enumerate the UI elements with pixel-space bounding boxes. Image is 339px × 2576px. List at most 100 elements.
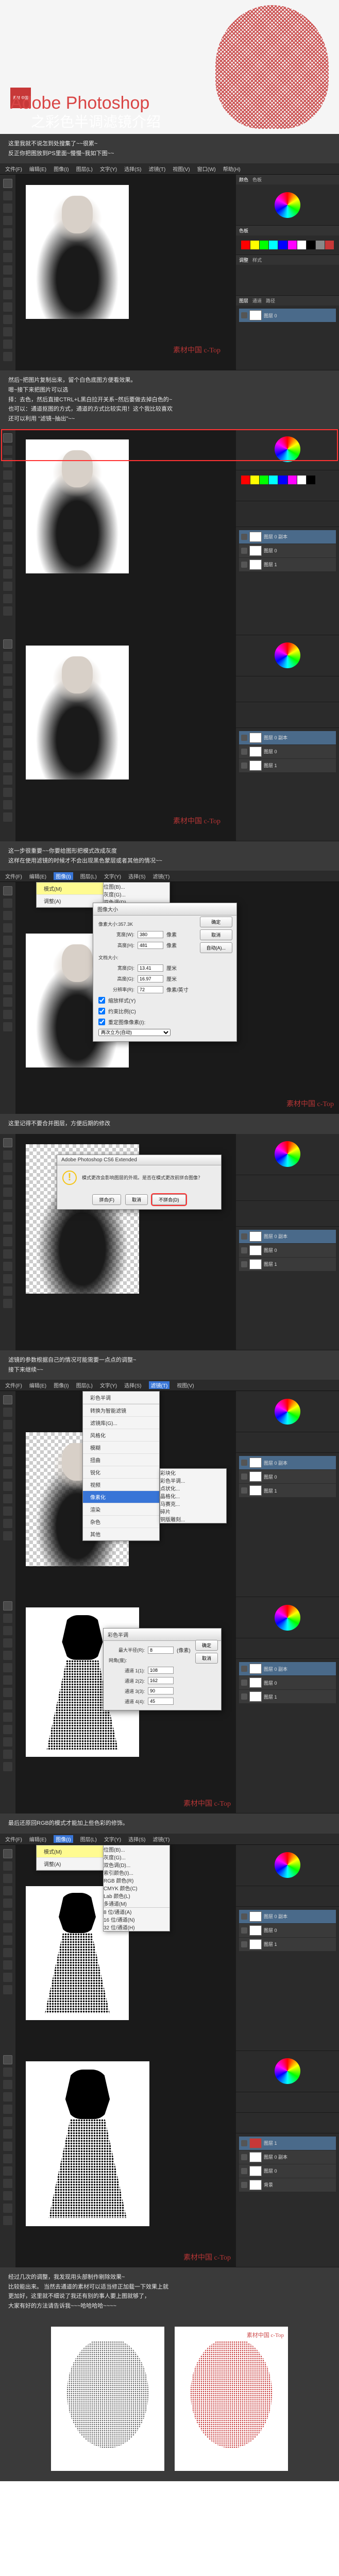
ps-canvas[interactable]: Adobe Photoshop CS6 Extended ! 模式更改会影响图层… xyxy=(15,1134,236,1350)
tool[interactable] xyxy=(3,1432,12,1442)
gradient-tool[interactable] xyxy=(3,290,12,299)
tool[interactable] xyxy=(3,800,12,809)
tool[interactable] xyxy=(3,1225,12,1234)
layer-visibility-icon[interactable] xyxy=(241,548,247,554)
filter-distort[interactable]: 扭曲 xyxy=(83,1454,159,1466)
tool[interactable] xyxy=(3,1874,12,1883)
px-halftone[interactable]: 彩色半调... xyxy=(160,1477,226,1484)
tool[interactable] xyxy=(3,1638,12,1648)
tool[interactable] xyxy=(3,652,12,661)
tool[interactable] xyxy=(3,2117,12,2126)
cancel-button[interactable]: 取消 xyxy=(195,1653,218,1664)
layer-visibility-icon[interactable] xyxy=(241,312,247,318)
layer-row[interactable]: 图层 0 xyxy=(239,309,336,322)
dont-flatten-button[interactable]: 不拼合(D) xyxy=(152,1194,186,1205)
tool[interactable] xyxy=(3,1960,12,1970)
tab-paths[interactable]: 路径 xyxy=(266,297,275,304)
menu-item-mode[interactable]: 模式(M) xyxy=(37,1845,113,1858)
height-input[interactable] xyxy=(138,942,163,949)
tool[interactable] xyxy=(3,997,12,1007)
tool[interactable] xyxy=(3,1420,12,1429)
tab-swatches[interactable]: 色板 xyxy=(252,176,262,183)
ps-canvas[interactable]: 彩色半调 转换为智能滤镜 滤镜库(G)... 风格化 模糊 扭曲 锐化 视频 像… xyxy=(15,1391,236,1597)
swatch[interactable] xyxy=(297,241,306,249)
layer-row[interactable]: 图层 1 xyxy=(239,1938,336,1951)
tool[interactable] xyxy=(3,1948,12,1957)
tool[interactable] xyxy=(3,1651,12,1660)
ps-canvas[interactable]: 模式(M) 调整(A) 位图(B)... 灰度(G)... 双色调(D)... … xyxy=(15,882,339,1114)
ps-canvas[interactable]: 素材中国 c-Top xyxy=(15,635,236,841)
tool[interactable] xyxy=(3,1531,12,1540)
ok-button[interactable]: 确定 xyxy=(200,917,233,927)
menu-layer[interactable]: 图层(L) xyxy=(76,165,93,173)
ok-button[interactable]: 确定 xyxy=(195,1640,218,1651)
text-tool[interactable] xyxy=(3,302,12,312)
px-pointillize[interactable]: 点状化... xyxy=(160,1484,226,1492)
layer-row[interactable]: 图层 1 xyxy=(239,2137,336,2150)
color-wheel[interactable] xyxy=(275,1141,300,1167)
tool[interactable] xyxy=(3,751,12,760)
tool[interactable] xyxy=(3,1861,12,1871)
layer-row[interactable]: 图层 0 副本 xyxy=(239,1456,336,1469)
layer-row[interactable]: 图层 0 副本 xyxy=(239,2150,336,2164)
layer-row[interactable]: 图层 0 xyxy=(239,1676,336,1689)
eyedropper-tool[interactable] xyxy=(3,241,12,250)
ps-canvas[interactable]: 模式(M) 调整(A) 位图(B)... 灰度(G)... 双色调(D)... … xyxy=(15,1845,236,2051)
tool[interactable] xyxy=(3,948,12,957)
tool[interactable] xyxy=(3,1750,12,1759)
stamp-tool[interactable] xyxy=(3,265,12,275)
tool[interactable] xyxy=(3,2129,12,2139)
tool[interactable] xyxy=(3,1936,12,1945)
brush-tool[interactable] xyxy=(3,253,12,262)
tool[interactable] xyxy=(3,2166,12,2176)
wand-tool[interactable] xyxy=(3,216,12,225)
px-mezzotint[interactable]: 铜版雕刻... xyxy=(160,1515,226,1523)
layer-row[interactable]: 图层 1 xyxy=(239,759,336,772)
tool[interactable] xyxy=(3,1663,12,1672)
tool[interactable] xyxy=(3,899,12,908)
tool[interactable] xyxy=(3,446,12,455)
filter-blur[interactable]: 模糊 xyxy=(83,1442,159,1454)
constrain-checkbox[interactable] xyxy=(98,1008,105,1014)
layer-row[interactable]: 背景 xyxy=(239,2178,336,2192)
swatch[interactable] xyxy=(288,241,297,249)
filter-other[interactable]: 其他 xyxy=(83,1528,159,1540)
ps-canvas[interactable]: 彩色半调 最大半径(R):(像素) 网角(度): 通道 1(1): 通道 2(2… xyxy=(15,1597,236,1814)
tool[interactable] xyxy=(3,2105,12,2114)
tool[interactable] xyxy=(3,886,12,895)
menu-help[interactable]: 帮助(H) xyxy=(223,165,241,173)
shape-tool[interactable] xyxy=(3,327,12,336)
tool[interactable] xyxy=(3,569,12,579)
menu-item-mode[interactable]: 模式(M) xyxy=(37,883,113,895)
width-input[interactable] xyxy=(138,931,163,938)
tool[interactable] xyxy=(3,582,12,591)
tool[interactable] xyxy=(3,1022,12,1031)
tool[interactable] xyxy=(3,1985,12,1994)
ps-canvas[interactable] xyxy=(15,429,236,635)
tool[interactable] xyxy=(3,1675,12,1685)
layer-row[interactable]: 图层 0 xyxy=(239,2164,336,2178)
swatch[interactable] xyxy=(260,241,268,249)
tool[interactable] xyxy=(3,960,12,970)
tool[interactable] xyxy=(3,1923,12,1933)
tool[interactable] xyxy=(3,639,12,649)
layer-row[interactable]: 图层 0 副本 xyxy=(239,530,336,544)
tool[interactable] xyxy=(3,664,12,673)
tab-layers[interactable]: 图层 xyxy=(239,297,248,304)
doc-height-input[interactable] xyxy=(138,975,163,982)
tool[interactable] xyxy=(3,812,12,822)
filter-gallery[interactable]: 滤镜库(G)... xyxy=(83,1417,159,1429)
tool[interactable] xyxy=(3,557,12,566)
adjustments-panel[interactable] xyxy=(236,501,339,527)
tool[interactable] xyxy=(3,2092,12,2102)
ch1-input[interactable] xyxy=(148,1667,174,1674)
tool[interactable] xyxy=(3,1237,12,1246)
tool[interactable] xyxy=(3,1899,12,1908)
tool[interactable] xyxy=(3,1445,12,1454)
tool[interactable] xyxy=(3,1299,12,1308)
filter-noise[interactable]: 杂色 xyxy=(83,1516,159,1528)
layer-row[interactable]: 图层 0 副本 xyxy=(239,1662,336,1675)
ps-canvas[interactable]: 素材中国 c-Top xyxy=(15,2051,236,2267)
adjustments-panel[interactable] xyxy=(236,265,339,296)
tool[interactable] xyxy=(3,2191,12,2200)
